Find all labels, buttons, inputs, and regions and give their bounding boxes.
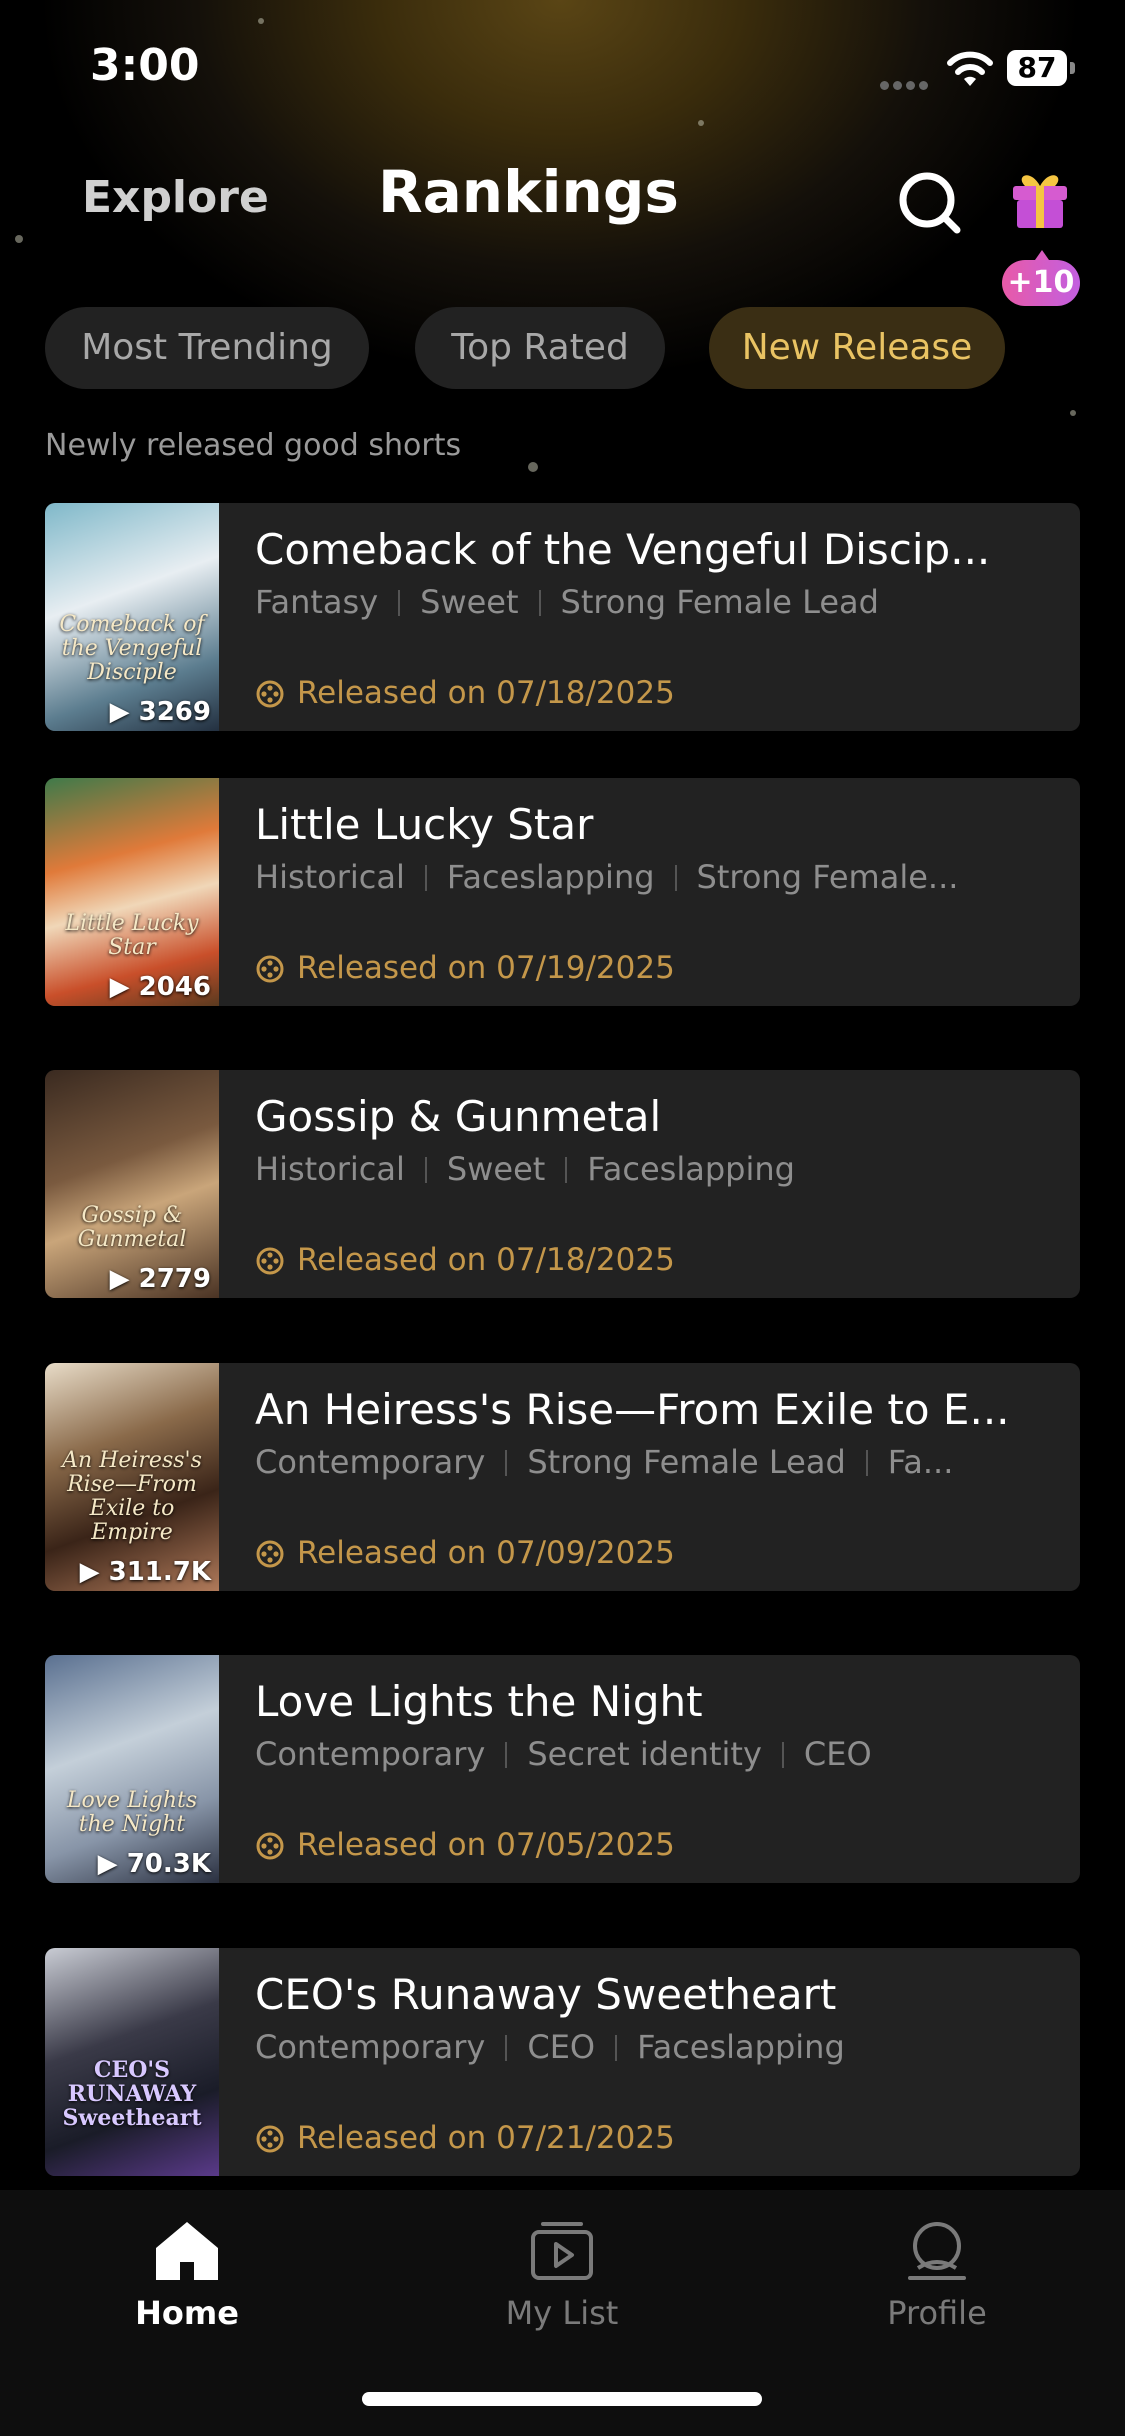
show-tags: Historical Faceslapping Strong Female...: [255, 858, 959, 896]
tab-new-release[interactable]: New Release: [709, 307, 1005, 389]
film-reel-icon: [256, 1247, 284, 1275]
status-bar: 3:00 87: [0, 0, 1125, 130]
status-time: 3:00: [90, 40, 200, 91]
poster-title: Little Lucky Star: [65, 911, 199, 960]
poster-title: An Heiress's Rise—From Exile to Empire: [62, 1448, 202, 1545]
poster-image: Comeback of the Vengeful Disciple ▶ 3269: [45, 503, 219, 731]
poster-title: Gossip & Gunmetal: [77, 1203, 187, 1252]
gift-icon[interactable]: [1005, 162, 1075, 232]
poster-image: Gossip & Gunmetal ▶ 2779: [45, 1070, 219, 1298]
battery-icon: 87: [1007, 50, 1075, 86]
poster-image: CEO'S RUNAWAY Sweetheart: [45, 1948, 219, 2176]
sparkle: [1070, 410, 1076, 416]
show-title: Comeback of the Vengeful Discip...: [255, 525, 991, 574]
nav-label: Home: [135, 2294, 239, 2332]
film-reel-icon: [256, 1832, 284, 1860]
release-date: Released on 07/09/2025: [255, 1535, 675, 1571]
film-reel-icon: [256, 680, 284, 708]
video-list-icon: [531, 2222, 593, 2280]
list-item[interactable]: Little Lucky Star ▶ 2046 Little Lucky St…: [45, 778, 1080, 1006]
show-list: Comeback of the Vengeful Disciple ▶ 3269…: [45, 503, 1080, 2183]
section-subtitle: Newly released good shorts: [45, 428, 462, 463]
release-date: Released on 07/18/2025: [255, 1242, 675, 1278]
show-title: Love Lights the Night: [255, 1677, 703, 1726]
show-tags: Contemporary CEO Faceslapping: [255, 2028, 845, 2066]
poster-image: Little Lucky Star ▶ 2046: [45, 778, 219, 1006]
release-date: Released on 07/18/2025: [255, 675, 675, 711]
home-icon: [156, 2222, 218, 2280]
tab-top-rated[interactable]: Top Rated: [415, 307, 665, 389]
list-item[interactable]: Gossip & Gunmetal ▶ 2779 Gossip & Gunmet…: [45, 1070, 1080, 1298]
play-count: ▶ 2046: [109, 972, 211, 1002]
play-count: ▶ 311.7K: [79, 1557, 211, 1587]
poster-image: An Heiress's Rise—From Exile to Empire ▶…: [45, 1363, 219, 1591]
nav-profile[interactable]: Profile: [837, 2220, 1037, 2332]
list-item[interactable]: Comeback of the Vengeful Disciple ▶ 3269…: [45, 503, 1080, 731]
poster-title: Comeback of the Vengeful Disciple: [59, 612, 205, 685]
tab-most-trending[interactable]: Most Trending: [45, 307, 369, 389]
explore-tab[interactable]: Explore: [82, 172, 269, 223]
play-count: ▶ 70.3K: [97, 1849, 211, 1879]
film-reel-icon: [256, 1540, 284, 1568]
play-count: ▶ 3269: [109, 697, 211, 727]
film-reel-icon: [256, 2125, 284, 2153]
wifi-icon: [947, 51, 993, 86]
show-title: An Heiress's Rise—From Exile to E...: [255, 1385, 1010, 1434]
nav-my-list[interactable]: My List: [462, 2220, 662, 2332]
list-item[interactable]: An Heiress's Rise—From Exile to Empire ▶…: [45, 1363, 1080, 1591]
show-tags: Historical Sweet Faceslapping: [255, 1150, 795, 1188]
release-date: Released on 07/21/2025: [255, 2120, 675, 2156]
play-count: ▶ 2779: [109, 1264, 211, 1294]
gift-badge: +10: [1002, 250, 1080, 306]
release-date: Released on 07/19/2025: [255, 950, 675, 986]
show-title: Gossip & Gunmetal: [255, 1092, 662, 1141]
cellular-signal-icon: [880, 75, 932, 94]
film-reel-icon: [256, 955, 284, 983]
show-title: CEO's Runaway Sweetheart: [255, 1970, 837, 2019]
list-item[interactable]: Love Lights the Night ▶ 70.3K Love Light…: [45, 1655, 1080, 1883]
list-item[interactable]: CEO'S RUNAWAY Sweetheart CEO's Runaway S…: [45, 1948, 1080, 2176]
nav-home[interactable]: Home: [87, 2220, 287, 2332]
poster-image: Love Lights the Night ▶ 70.3K: [45, 1655, 219, 1883]
show-tags: Contemporary Secret identity CEO: [255, 1735, 872, 1773]
nav-label: Profile: [887, 2294, 987, 2332]
show-tags: Fantasy Sweet Strong Female Lead: [255, 583, 879, 621]
header: Explore Rankings +10: [0, 150, 1125, 306]
profile-icon: [908, 2222, 966, 2280]
page-title: Rankings: [378, 158, 679, 226]
poster-title: Love Lights the Night: [66, 1788, 198, 1837]
show-title: Little Lucky Star: [255, 800, 594, 849]
sparkle: [528, 462, 538, 472]
poster-title: CEO'S RUNAWAY Sweetheart: [62, 2057, 202, 2131]
home-indicator[interactable]: [362, 2392, 762, 2406]
show-tags: Contemporary Strong Female Lead Fa...: [255, 1443, 954, 1481]
release-date: Released on 07/05/2025: [255, 1827, 675, 1863]
nav-label: My List: [505, 2294, 619, 2332]
search-icon[interactable]: [895, 168, 965, 238]
